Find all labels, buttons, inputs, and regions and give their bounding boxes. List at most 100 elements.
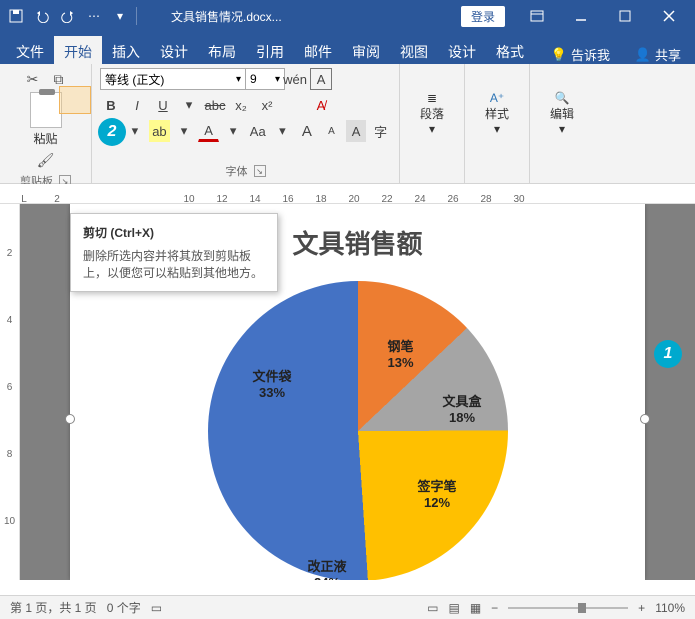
styles-group: A⁺样式▾ <box>465 64 530 183</box>
styles-button[interactable]: A⁺样式▾ <box>473 68 521 158</box>
shrink-font-button[interactable]: A <box>321 120 342 142</box>
proofing-icon[interactable]: ▭ <box>151 601 162 615</box>
font-name-drop-icon[interactable]: ▾ <box>236 74 241 85</box>
maximize-icon[interactable] <box>603 0 647 32</box>
vertical-ruler[interactable]: 246810 <box>0 204 20 580</box>
quick-access-toolbar: ⋯ ▾ <box>4 4 132 28</box>
edit-button[interactable]: 🔍编辑▾ <box>538 68 586 158</box>
paste-label: 粘贴 <box>33 130 57 147</box>
clipboard-icon <box>30 92 62 128</box>
tab-insert[interactable]: 插入 <box>102 36 150 64</box>
highlight-drop-icon[interactable]: ▾ <box>174 120 195 142</box>
tab-view[interactable]: 视图 <box>390 36 438 64</box>
clear-format-button[interactable]: A̸ <box>310 94 332 116</box>
selection-handle-right[interactable] <box>640 414 650 424</box>
document-title: 文具销售情况.docx... <box>171 8 461 25</box>
undo-icon[interactable] <box>30 4 54 28</box>
zoom-out-button[interactable]: − <box>491 601 498 615</box>
ribbon-options-icon[interactable] <box>515 0 559 32</box>
font-group-label: 字体 <box>226 163 248 179</box>
tab-review[interactable]: 审阅 <box>342 36 390 64</box>
clipboard-group: ✂ ⧉ 粘贴 🖌 剪贴板↘ <box>0 64 92 183</box>
selection-handle-left[interactable] <box>65 414 75 424</box>
highlight-button[interactable]: ab <box>149 120 170 142</box>
bold-button[interactable]: B <box>100 94 122 116</box>
tab-chart-design[interactable]: 设计 <box>438 36 486 64</box>
styles-icon: A⁺ <box>490 91 504 105</box>
italic-button[interactable]: I <box>126 94 148 116</box>
redo-icon[interactable] <box>56 4 80 28</box>
word-count[interactable]: 0 个字 <box>107 599 141 616</box>
superscript-button[interactable]: x² <box>256 94 278 116</box>
font-color-drop-icon[interactable]: ▾ <box>223 120 244 142</box>
horizontal-ruler[interactable] <box>0 184 695 204</box>
paragraph-group: ≣段落▾ <box>400 64 465 183</box>
phonetic-guide-button[interactable]: wén <box>284 68 306 90</box>
slice-label-case: 文具盒18% <box>443 391 482 425</box>
callout-2: 2 <box>98 118 126 146</box>
tab-file[interactable]: 文件 <box>6 36 54 64</box>
change-case-button[interactable]: Aa <box>247 120 268 142</box>
title-bar: ⋯ ▾ 文具销售情况.docx... 登录 <box>0 0 695 32</box>
slice-label-pen: 钢笔13% <box>388 336 414 370</box>
text-effects-drop-icon[interactable]: ▾ <box>125 120 146 142</box>
grow-font-button[interactable]: A <box>297 120 318 142</box>
tab-mail[interactable]: 邮件 <box>294 36 342 64</box>
tell-me[interactable]: 💡告诉我 <box>543 45 618 64</box>
slice-label-folder: 文件袋33% <box>253 366 292 400</box>
zoom-level[interactable]: 110% <box>655 601 685 615</box>
paste-button[interactable]: 粘贴 <box>30 92 62 147</box>
find-icon: 🔍 <box>555 91 570 105</box>
edit-group: 🔍编辑▾ <box>530 64 594 183</box>
status-bar: 第 1 页，共 1 页 0 个字 ▭ ▭ ▤ ▦ − + 110% <box>0 595 695 619</box>
tooltip-title: 剪切 (Ctrl+X) <box>83 224 265 241</box>
tab-format[interactable]: 格式 <box>486 36 534 64</box>
tab-references[interactable]: 引用 <box>246 36 294 64</box>
enclosed-char-button[interactable]: 字 <box>370 120 391 142</box>
paragraph-label: 段落 <box>420 105 444 122</box>
underline-drop-icon[interactable]: ▾ <box>178 94 200 116</box>
pie-chart[interactable]: 钢笔13% 文具盒18% 签字笔12% 改正液24% 文件袋33% <box>188 281 528 580</box>
slice-label-correction: 改正液24% <box>308 556 347 580</box>
qat-more-icon[interactable]: ⋯ <box>82 4 106 28</box>
web-layout-icon[interactable]: ▦ <box>470 601 481 615</box>
case-drop-icon[interactable]: ▾ <box>272 120 293 142</box>
slice-label-signpen: 签字笔12% <box>418 476 457 510</box>
share-label: 共享 <box>655 45 681 64</box>
print-layout-icon[interactable]: ▤ <box>448 601 459 615</box>
zoom-in-button[interactable]: + <box>638 601 645 615</box>
char-shading-button[interactable]: A <box>346 120 367 142</box>
save-icon[interactable] <box>4 4 28 28</box>
qat-dropdown-icon[interactable]: ▾ <box>108 4 132 28</box>
edit-label: 编辑 <box>550 105 574 122</box>
tab-layout[interactable]: 布局 <box>198 36 246 64</box>
cut-button[interactable]: ✂ <box>21 68 45 90</box>
zoom-slider[interactable] <box>508 607 628 609</box>
login-button[interactable]: 登录 <box>461 6 505 27</box>
strike-button[interactable]: abc <box>204 94 226 116</box>
format-painter-button[interactable]: 🖌 <box>34 149 58 171</box>
close-icon[interactable] <box>647 0 691 32</box>
pie-graphic[interactable] <box>208 281 508 580</box>
styles-label: 样式 <box>485 105 509 122</box>
font-launcher-icon[interactable]: ↘ <box>254 165 266 177</box>
tab-home[interactable]: 开始 <box>54 36 102 64</box>
ribbon-tabs: 文件 开始 插入 设计 布局 引用 邮件 审阅 视图 设计 格式 💡告诉我 👤共… <box>0 32 695 64</box>
tooltip-body: 删除所选内容并将其放到剪贴板上，以便您可以粘贴到其他地方。 <box>83 247 265 281</box>
share-icon: 👤 <box>635 47 651 63</box>
tooltip-cut: 剪切 (Ctrl+X) 删除所选内容并将其放到剪贴板上，以便您可以粘贴到其他地方… <box>70 213 278 292</box>
font-size-drop-icon[interactable]: ▾ <box>275 74 280 85</box>
tab-design[interactable]: 设计 <box>150 36 198 64</box>
subscript-button[interactable]: x₂ <box>230 94 252 116</box>
share-button[interactable]: 👤共享 <box>627 45 689 64</box>
minimize-icon[interactable] <box>559 0 603 32</box>
copy-button[interactable]: ⧉ <box>47 68 71 90</box>
page-indicator[interactable]: 第 1 页，共 1 页 <box>10 599 97 616</box>
underline-button[interactable]: U <box>152 94 174 116</box>
font-color-button[interactable]: A <box>198 120 219 142</box>
paragraph-button[interactable]: ≣段落▾ <box>408 68 456 158</box>
char-border-button[interactable]: A <box>310 68 332 90</box>
font-name-select[interactable] <box>100 68 250 90</box>
separator <box>136 7 137 25</box>
read-mode-icon[interactable]: ▭ <box>427 601 438 615</box>
